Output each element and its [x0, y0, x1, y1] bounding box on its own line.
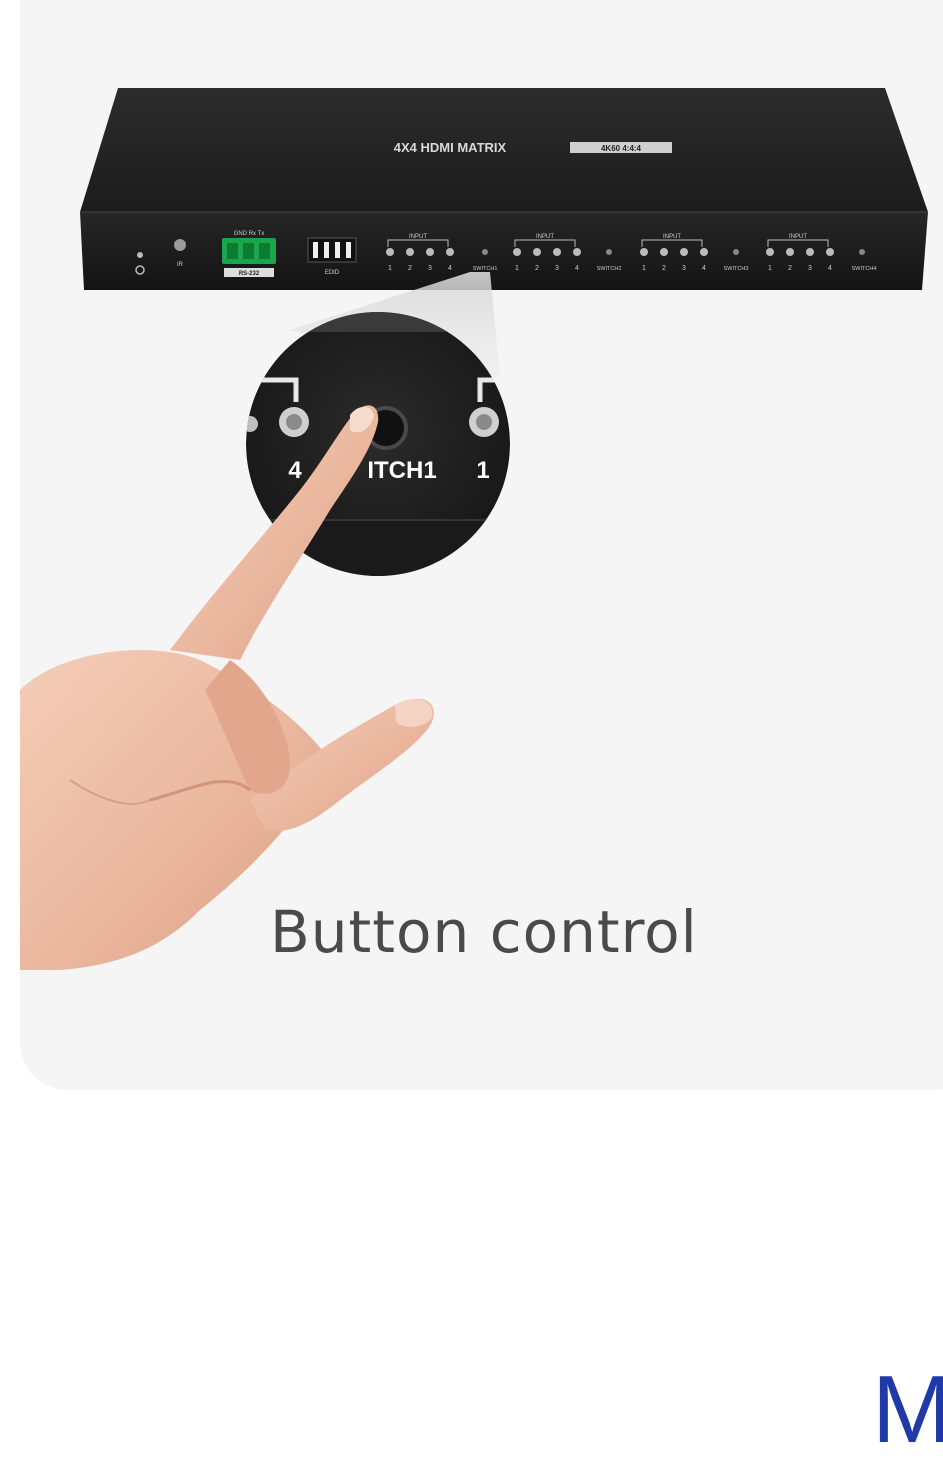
brand-logo-partial: M: [872, 1356, 943, 1463]
power-led: [137, 252, 143, 258]
device-model-label: 4X4 HDMI MATRIX: [394, 140, 507, 155]
ir-receiver: [174, 239, 186, 251]
svg-text:3: 3: [682, 265, 686, 272]
svg-text:2: 2: [408, 265, 412, 272]
svg-text:SWITCH1: SWITCH1: [473, 266, 498, 272]
svg-text:1: 1: [515, 265, 519, 272]
zoom-switch-label: ITCH1: [367, 457, 436, 484]
svg-text:2: 2: [788, 265, 792, 272]
product-illustration: 4X4 HDMI MATRIX 4K60 4:4:4 IR GND Rx Tx …: [20, 88, 928, 970]
svg-text:INPUT: INPUT: [789, 234, 807, 240]
svg-text:SWITCH4: SWITCH4: [852, 266, 877, 272]
zoom-number-right: 1: [476, 457, 489, 484]
device-front: [80, 212, 928, 290]
edid-label: EDID: [325, 270, 340, 276]
ir-label: IR: [177, 262, 184, 268]
feature-caption: Button control: [270, 898, 698, 966]
svg-text:INPUT: INPUT: [536, 234, 554, 240]
svg-text:1: 1: [388, 265, 392, 272]
svg-text:4: 4: [448, 265, 452, 272]
zoom-number-left: 4: [288, 457, 302, 484]
svg-text:4: 4: [575, 265, 579, 272]
svg-text:INPUT: INPUT: [409, 234, 427, 240]
svg-text:2: 2: [662, 265, 666, 272]
svg-text:4: 4: [702, 265, 706, 272]
rs232-label: RS-232: [239, 271, 260, 277]
svg-text:3: 3: [555, 265, 559, 272]
svg-text:SWITCH3: SWITCH3: [724, 266, 749, 272]
svg-text:2: 2: [535, 265, 539, 272]
svg-text:INPUT: INPUT: [663, 234, 681, 240]
rs232-pin-labels: GND Rx Tx: [234, 231, 265, 237]
svg-text:3: 3: [808, 265, 812, 272]
svg-text:4: 4: [828, 265, 832, 272]
svg-text:SWITCH2: SWITCH2: [597, 266, 622, 272]
svg-text:3: 3: [428, 265, 432, 272]
svg-text:1: 1: [642, 265, 646, 272]
spec-badge-text: 4K60 4:4:4: [601, 144, 642, 153]
svg-text:1: 1: [768, 265, 772, 272]
